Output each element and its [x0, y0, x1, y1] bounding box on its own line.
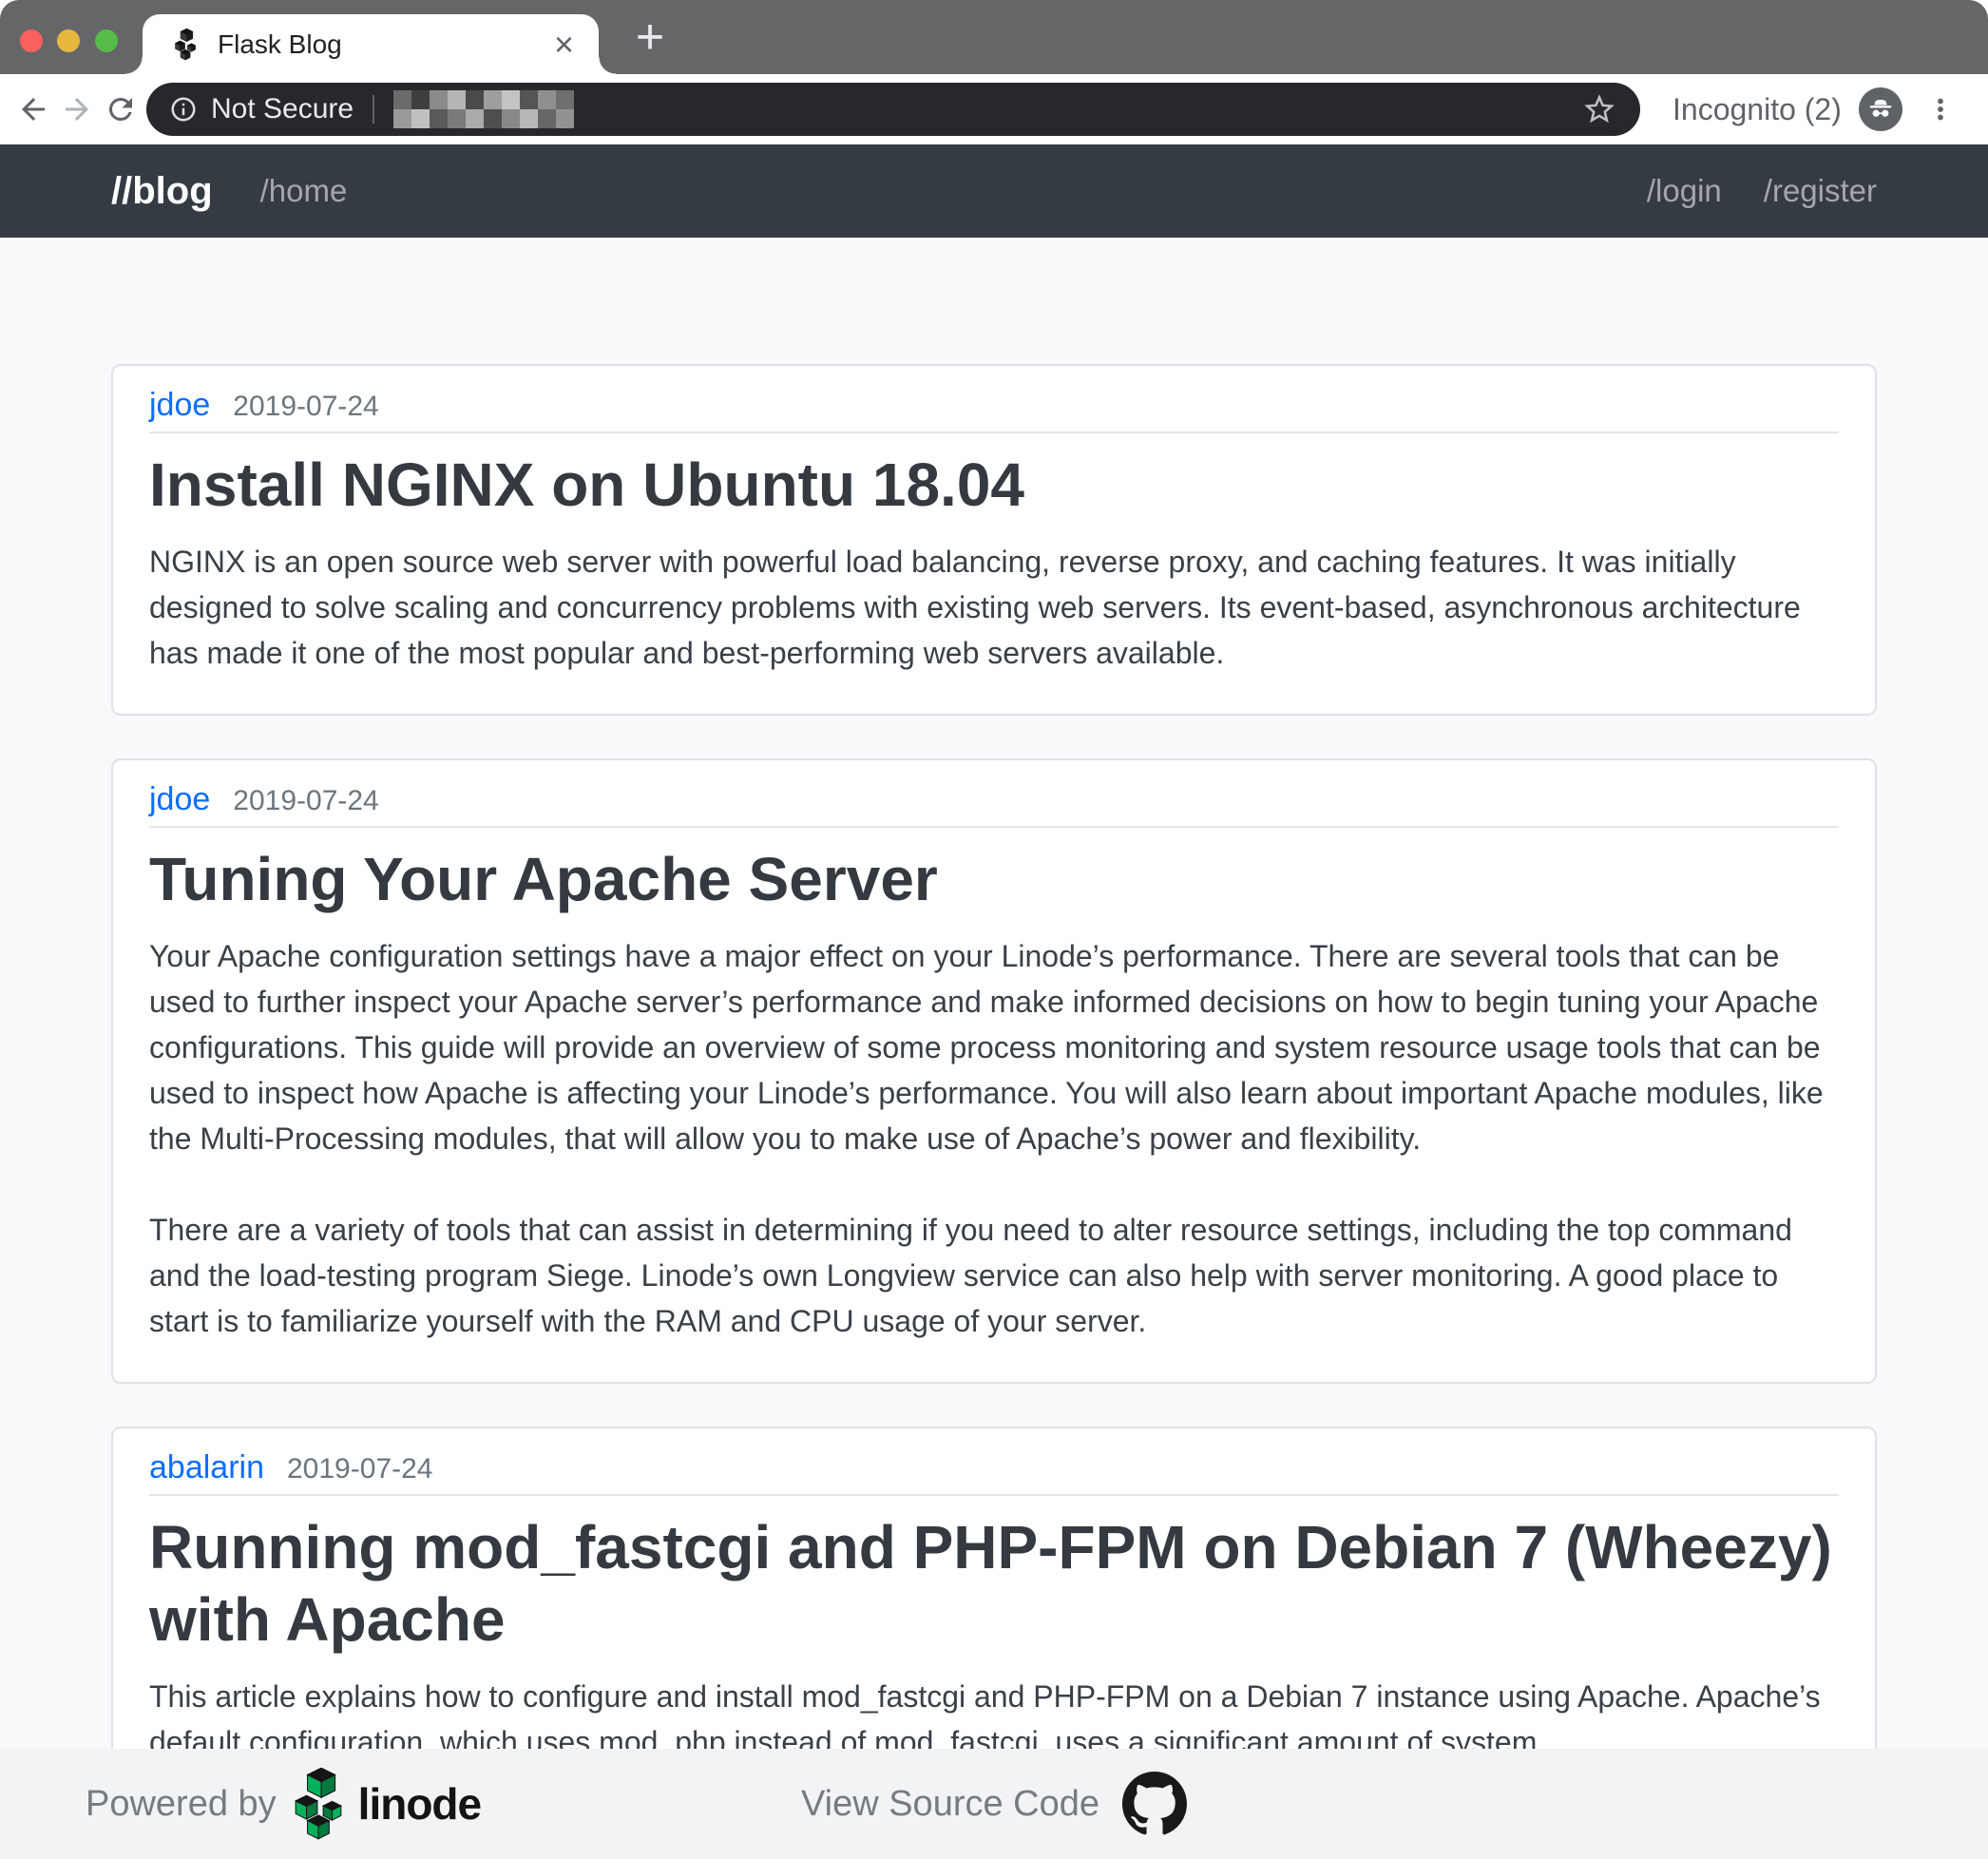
navbar-link-login[interactable]: /login: [1647, 173, 1722, 209]
back-arrow-icon: [16, 92, 50, 126]
post-author-link[interactable]: jdoe: [149, 387, 210, 424]
bookmark-star-icon[interactable]: [1581, 91, 1617, 127]
post-paragraph: Your Apache configuration settings have …: [149, 933, 1839, 1161]
post-card: jdoe 2019-07-24 Install NGINX on Ubuntu …: [111, 364, 1877, 716]
post-title: Running mod_fastcgi and PHP-FPM on Debia…: [149, 1511, 1839, 1658]
site-favicon-icon: [173, 29, 199, 61]
powered-by-label: Powered by: [86, 1784, 277, 1825]
incognito-avatar-icon[interactable]: [1859, 87, 1902, 131]
close-tab-icon[interactable]: ×: [554, 28, 574, 62]
linode-wordmark[interactable]: linode: [358, 1778, 481, 1830]
navbar-brand[interactable]: //blog: [111, 170, 213, 213]
browser-menu-icon[interactable]: [1921, 87, 1959, 131]
forward-button[interactable]: [55, 87, 99, 131]
post-date: 2019-07-24: [287, 1453, 432, 1485]
post-divider: [149, 431, 1839, 433]
address-bar[interactable]: Not Secure: [146, 83, 1640, 136]
redacted-url: [393, 90, 574, 128]
incognito-label: Incognito (2): [1673, 92, 1842, 127]
zoom-window-button[interactable]: [95, 29, 118, 52]
post-meta: abalarin 2019-07-24: [149, 1449, 1839, 1486]
browser-window: Flask Blog × + Not Secure Incognito (2): [0, 0, 1988, 1859]
back-button[interactable]: [11, 87, 55, 131]
post-paragraph: NGINX is an open source web server with …: [149, 539, 1839, 676]
post-title: Tuning Your Apache Server: [149, 843, 1839, 916]
forward-arrow-icon: [60, 92, 94, 126]
navbar-right-links: /login /register: [1647, 173, 1877, 209]
page-footer: Powered by linode View Source Code: [0, 1749, 1988, 1859]
post-card: abalarin 2019-07-24 Running mod_fastcgi …: [111, 1427, 1877, 1749]
post-card: jdoe 2019-07-24 Tuning Your Apache Serve…: [111, 758, 1877, 1384]
reload-icon: [104, 92, 138, 126]
url-separator: [373, 95, 374, 124]
close-window-button[interactable]: [20, 29, 43, 52]
post-list: jdoe 2019-07-24 Install NGINX on Ubuntu …: [111, 238, 1877, 1749]
page-content: jdoe 2019-07-24 Install NGINX on Ubuntu …: [0, 238, 1988, 1749]
security-status-label: Not Secure: [211, 93, 354, 125]
post-paragraph: There are a variety of tools that can as…: [149, 1207, 1839, 1344]
post-body: Your Apache configuration settings have …: [149, 933, 1839, 1344]
navbar-link-home[interactable]: /home: [260, 173, 348, 209]
post-paragraph: This article explains how to configure a…: [149, 1674, 1839, 1749]
new-tab-button[interactable]: +: [620, 10, 680, 65]
post-author-link[interactable]: jdoe: [149, 781, 210, 818]
post-body: NGINX is an open source web server with …: [149, 539, 1839, 676]
post-divider: [149, 826, 1839, 828]
post-meta: jdoe 2019-07-24: [149, 781, 1839, 818]
github-icon[interactable]: [1122, 1772, 1187, 1836]
post-meta: jdoe 2019-07-24: [149, 387, 1839, 424]
browser-tab[interactable]: Flask Blog ×: [143, 14, 599, 74]
window-titlebar: Flask Blog × +: [0, 0, 1988, 74]
post-body: This article explains how to configure a…: [149, 1674, 1839, 1749]
linode-logo-icon[interactable]: [292, 1768, 347, 1841]
post-date: 2019-07-24: [233, 391, 378, 423]
post-divider: [149, 1494, 1839, 1496]
reload-button[interactable]: [99, 87, 143, 131]
post-title: Install NGINX on Ubuntu 18.04: [149, 449, 1839, 522]
view-source-link[interactable]: View Source Code: [801, 1772, 1187, 1836]
navbar-link-register[interactable]: /register: [1764, 173, 1877, 209]
view-source-label: View Source Code: [801, 1784, 1099, 1825]
post-author-link[interactable]: abalarin: [149, 1449, 264, 1486]
minimize-window-button[interactable]: [57, 29, 80, 52]
site-navbar: //blog /home /login /register: [0, 144, 1988, 238]
tab-title: Flask Blog: [218, 29, 342, 60]
page-info-icon[interactable]: [169, 95, 198, 124]
browser-toolbar: Not Secure Incognito (2): [0, 74, 1988, 144]
post-date: 2019-07-24: [233, 785, 378, 817]
